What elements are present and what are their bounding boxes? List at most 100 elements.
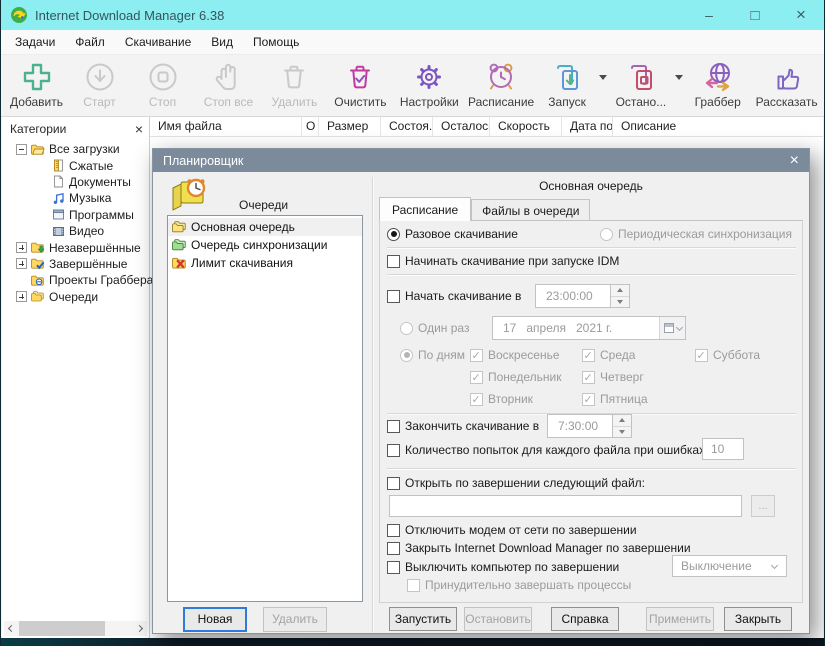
close-button[interactable]: × xyxy=(778,0,824,30)
one-time-download-radio[interactable]: Разовое скачивание xyxy=(387,227,518,241)
apply-button: Применить xyxy=(646,607,714,631)
compressed-file-icon xyxy=(52,159,65,172)
checkbox xyxy=(387,524,400,537)
column-size[interactable]: Размер xyxy=(319,117,381,136)
queue-main-icon xyxy=(171,220,187,234)
start-time-field: 23:00:00 xyxy=(535,284,610,308)
column-time-left[interactable]: Осталось ... xyxy=(433,117,490,136)
toolbar-scheduler-button[interactable]: Расписание xyxy=(464,59,539,109)
column-q[interactable]: О xyxy=(302,117,319,136)
queues-listbox[interactable]: Основная очередь Очередь синхронизации Л… xyxy=(167,215,363,602)
start-queue-dropdown-icon[interactable] xyxy=(596,59,610,95)
toolbar-add-button[interactable]: Добавить xyxy=(5,59,68,109)
toolbar-stop-queue-button[interactable]: Остано... xyxy=(609,59,672,109)
maximize-button[interactable]: □ xyxy=(732,0,778,30)
sidebar-item-documents[interactable]: Документы xyxy=(2,174,149,190)
sidebar-horizontal-scrollbar[interactable] xyxy=(4,621,147,636)
download-limit-icon xyxy=(171,256,187,270)
column-date-added[interactable]: Дата по... xyxy=(562,117,613,136)
queues-list-title: Очереди xyxy=(239,198,288,212)
open-file-checkbox[interactable]: Открыть по завершении следующий файл: xyxy=(387,476,645,490)
queues-clock-icon xyxy=(169,176,213,214)
tab-files-in-queue[interactable]: Файлы в очереди xyxy=(471,199,590,221)
stop-download-at-checkbox[interactable]: Закончить скачивание в xyxy=(387,419,539,433)
sidebar-item-video[interactable]: Видео xyxy=(2,223,149,239)
sidebar-item-queues[interactable]: Очереди xyxy=(2,289,149,305)
expand-icon[interactable] xyxy=(16,258,27,269)
spin-up-icon xyxy=(613,415,631,426)
sidebar-item-unfinished[interactable]: Незавершённые xyxy=(2,239,149,255)
collapse-icon[interactable] xyxy=(16,144,27,155)
toolbar-tell-friends-button[interactable]: Рассказать xyxy=(749,59,824,109)
expand-icon[interactable] xyxy=(16,291,27,302)
queue-item-sync[interactable]: Очередь синхронизации xyxy=(168,236,362,254)
stop-all-icon xyxy=(209,59,247,95)
categories-close-icon[interactable]: × xyxy=(135,122,143,136)
checkbox-checked-disabled xyxy=(470,393,483,406)
stop-queue-button: Остановить xyxy=(464,607,532,631)
sidebar-item-programs[interactable]: Программы xyxy=(2,207,149,223)
delete-queue-button: Удалить xyxy=(263,607,327,632)
menu-tasks[interactable]: Задачи xyxy=(5,30,65,54)
checkbox xyxy=(387,477,400,490)
menu-help[interactable]: Помощь xyxy=(243,30,309,54)
toolbar-clear-button[interactable]: Очистить xyxy=(326,59,395,109)
scroll-left-icon[interactable] xyxy=(4,621,19,636)
start-queue-icon xyxy=(548,59,586,95)
dialog-title: Планировщик xyxy=(163,154,790,168)
column-speed[interactable]: Скорость xyxy=(490,117,562,136)
idm-logo-icon xyxy=(10,6,28,24)
sidebar-item-all-downloads[interactable]: Все загрузки xyxy=(2,141,149,157)
radio-disabled xyxy=(600,228,613,241)
column-status[interactable]: Состоя... xyxy=(381,117,433,136)
hang-up-modem-checkbox[interactable]: Отключить модем от сети по завершении xyxy=(387,523,637,537)
toolbar-options-button[interactable]: Настройки xyxy=(395,59,464,109)
close-dialog-button[interactable]: Закрыть xyxy=(724,607,792,631)
day-wednesday-checkbox: Среда xyxy=(582,348,635,362)
toolbar-start-queue-button[interactable]: Запуск xyxy=(539,59,596,109)
menu-view[interactable]: Вид xyxy=(201,30,243,54)
sidebar-item-compressed[interactable]: Сжатые xyxy=(2,157,149,173)
toolbar-delete-button: Удалить xyxy=(263,59,326,109)
new-queue-button[interactable]: Новая xyxy=(183,607,247,632)
folder-incomplete-icon xyxy=(30,241,45,254)
expand-icon[interactable] xyxy=(16,242,27,253)
separator xyxy=(387,247,796,249)
help-button[interactable]: Справка xyxy=(551,607,619,631)
radio-selected xyxy=(387,228,400,241)
chevron-down-icon xyxy=(771,561,778,568)
queue-item-limit[interactable]: Лимит скачивания xyxy=(168,254,362,272)
column-description[interactable]: Описание xyxy=(613,117,823,136)
minimize-button[interactable]: – xyxy=(686,0,732,30)
exit-idm-checkbox[interactable]: Закрыть Internet Download Manager по зав… xyxy=(387,541,691,555)
menu-file[interactable]: Файл xyxy=(65,30,115,54)
sidebar-item-grabber-projects[interactable]: Проекты Граббера xyxy=(2,272,149,288)
scroll-right-icon[interactable] xyxy=(132,621,147,636)
tab-schedule[interactable]: Расписание xyxy=(379,197,471,221)
tell-friends-icon xyxy=(768,59,806,95)
turn-off-pc-checkbox[interactable]: Выключить компьютер по завершении xyxy=(387,560,619,574)
stop-queue-dropdown-icon[interactable] xyxy=(672,59,686,95)
menu-bar: Задачи Файл Скачивание Вид Помощь xyxy=(1,30,824,55)
column-file-name[interactable]: Имя файла xyxy=(150,117,302,136)
stop-download-icon xyxy=(144,59,182,95)
queue-item-main[interactable]: Основная очередь xyxy=(168,218,362,236)
separator xyxy=(387,274,796,276)
start-on-idm-launch-checkbox[interactable]: Начинать скачивание при запуске IDM xyxy=(387,254,619,268)
sidebar-item-finished[interactable]: Завершённые xyxy=(2,256,149,272)
queue-sync-icon xyxy=(171,238,187,252)
checkbox xyxy=(387,561,400,574)
toolbar-grabber-button[interactable]: Граббер xyxy=(686,59,749,109)
start-queue-button[interactable]: Запустить xyxy=(389,607,457,631)
menu-downloads[interactable]: Скачивание xyxy=(115,30,201,54)
scheduler-dialog: Планировщик × Очереди Основная очередь xyxy=(152,148,810,634)
retries-checkbox[interactable]: Количество попыток для каждого файла при… xyxy=(387,443,708,457)
scrollbar-thumb[interactable] xyxy=(19,621,105,636)
checkbox xyxy=(387,255,400,268)
calendar-dropdown-icon xyxy=(659,317,685,339)
sidebar-item-music[interactable]: Музыка xyxy=(2,190,149,206)
checkbox-checked-disabled xyxy=(582,371,595,384)
dialog-close-icon[interactable]: × xyxy=(790,153,799,169)
start-download-at-checkbox[interactable]: Начать скачивание в xyxy=(387,289,521,303)
dialog-title-bar: Планировщик × xyxy=(153,149,809,172)
